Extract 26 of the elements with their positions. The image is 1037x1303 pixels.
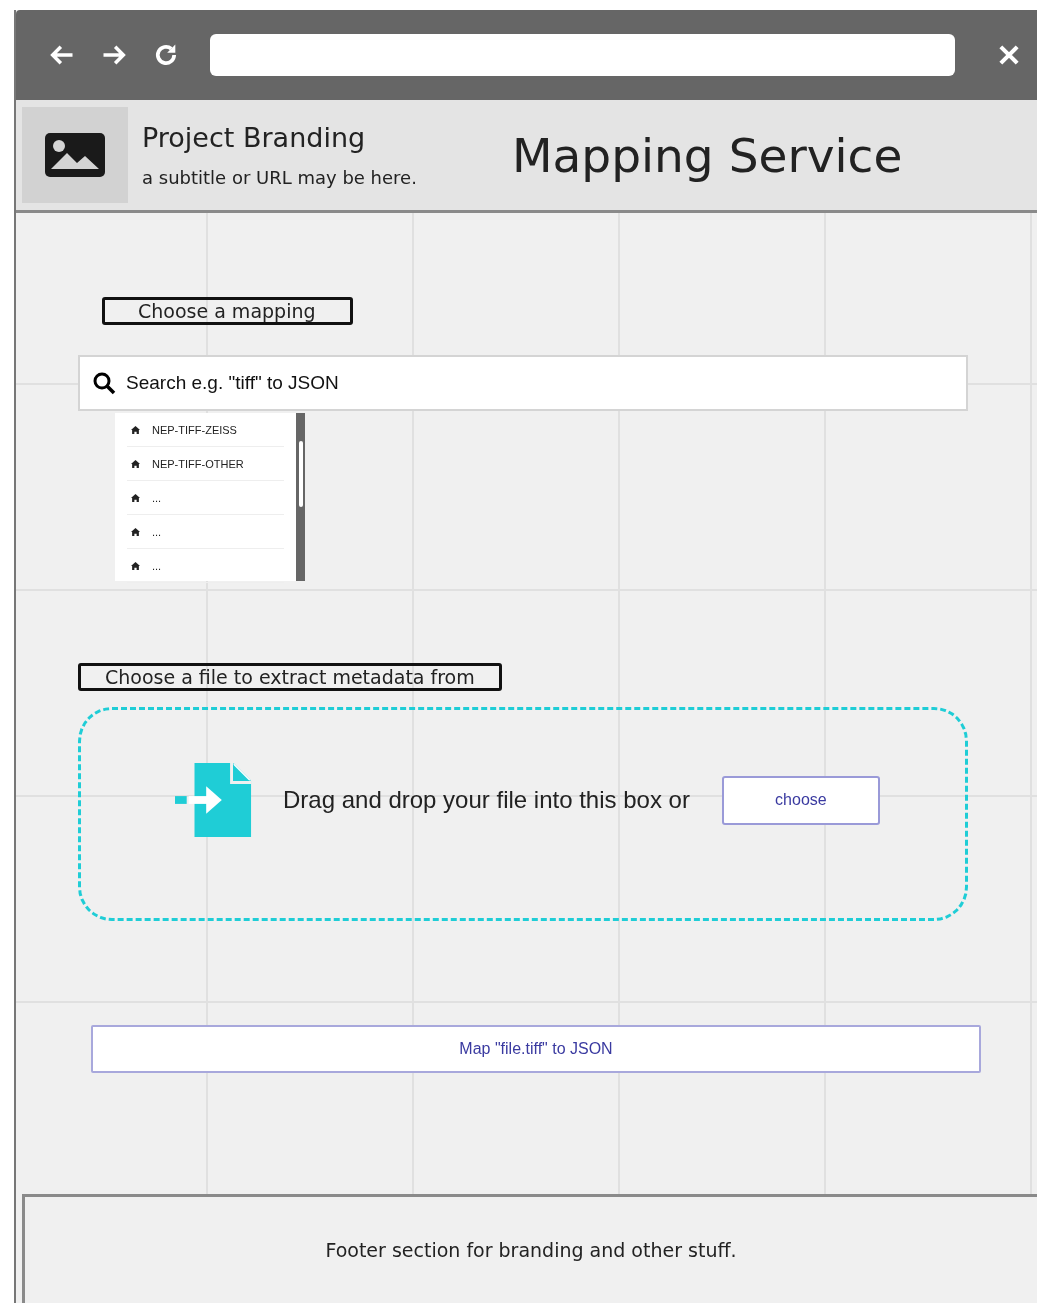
choose-button[interactable]: choose <box>721 775 880 825</box>
drop-prompt: Drag and drop your file into this box or <box>283 786 690 814</box>
home-icon <box>131 425 140 434</box>
page-title: Mapping Service <box>512 127 903 183</box>
mapping-list-item[interactable]: NEP-TIFF-ZEISS <box>127 413 284 447</box>
mapping-list-item[interactable]: NEP-TIFF-OTHER <box>127 447 284 481</box>
file-import-icon <box>175 761 253 839</box>
footer-text: Footer section for branding and other stuff. <box>325 1239 737 1261</box>
home-icon <box>131 527 140 536</box>
home-icon <box>131 561 140 570</box>
mapping-list-item[interactable]: ... <box>127 515 284 549</box>
scrollbar[interactable] <box>296 413 305 581</box>
section-label: Choose a mapping <box>102 297 353 325</box>
home-icon <box>131 459 140 468</box>
subtitle: a subtitle or URL may be here. <box>142 167 418 188</box>
search-field[interactable]: Search e.g. "tiff" to JSON <box>78 355 968 411</box>
map-button[interactable]: Map "file.tiff" to JSON <box>91 1025 981 1073</box>
image-icon <box>43 131 107 179</box>
search-icon <box>92 371 116 395</box>
mapping-list-item[interactable]: ... <box>127 549 284 583</box>
mapping-list-item[interactable]: ... <box>127 481 284 515</box>
drop-zone[interactable]: Drag and drop your file into this box or choose <box>78 707 968 921</box>
scrollbar-thumb[interactable] <box>298 441 303 507</box>
section-label: Choose a file to extract metadata from <box>78 663 502 691</box>
home-icon <box>131 493 140 502</box>
brand-name: Project Branding <box>142 122 367 153</box>
